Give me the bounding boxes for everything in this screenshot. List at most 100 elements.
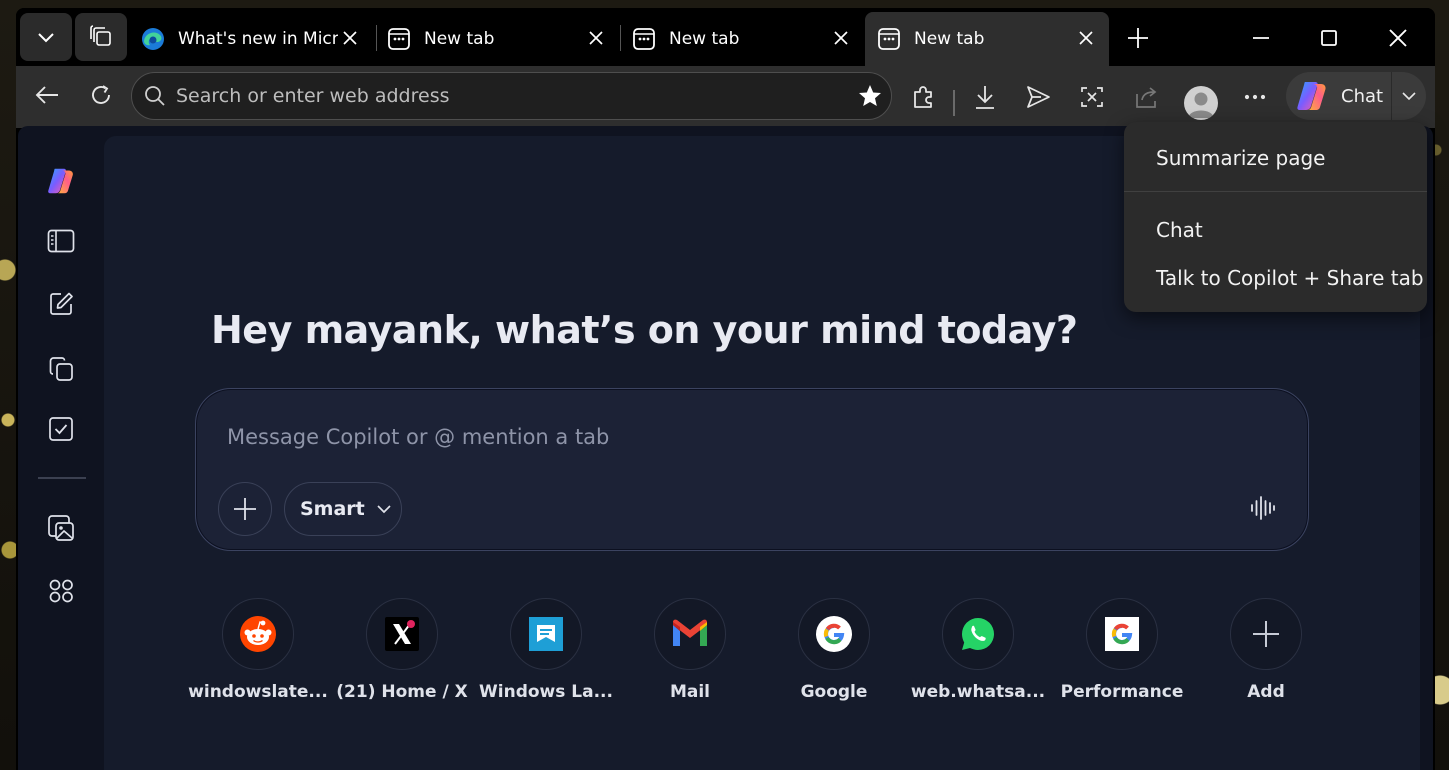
shortcut-tile[interactable]: Google: [762, 598, 906, 702]
checkbox-icon: [49, 417, 73, 441]
chat-dropdown-menu: Summarize page Chat Talk to Copilot + Sh…: [1124, 122, 1427, 312]
copilot-sidebar: [18, 126, 104, 770]
shortcut-label: web.whatsa...: [910, 682, 1046, 702]
copilot-home-button[interactable]: [46, 166, 76, 196]
image-gallery-icon: [48, 515, 74, 541]
shortcut-tile[interactable]: Performance: [1050, 598, 1194, 702]
address-bar[interactable]: [131, 72, 892, 120]
chat-dropdown-toggle[interactable]: [1398, 85, 1420, 107]
copilot-chat-button[interactable]: Chat: [1286, 72, 1426, 120]
new-chat-button[interactable]: [46, 289, 76, 319]
close-icon: [1079, 31, 1093, 45]
message-composer: Smart: [195, 388, 1309, 551]
shortcut-tile[interactable]: Windows La...: [474, 598, 618, 702]
shortcut-label: windowslate...: [188, 682, 328, 702]
shortcut-label: Windows La...: [479, 682, 613, 702]
favorite-star-icon[interactable]: [857, 83, 883, 109]
refresh-button[interactable]: [82, 76, 120, 114]
shortcut-icon: [1230, 598, 1302, 670]
toolbar-divider: [953, 90, 955, 116]
minimize-icon: [1253, 37, 1269, 39]
close-window-button[interactable]: [1380, 20, 1416, 56]
voice-waveform-icon: [1251, 496, 1275, 520]
close-tab-button[interactable]: [830, 27, 852, 49]
close-tab-button[interactable]: [339, 27, 361, 49]
plus-icon: [234, 498, 256, 520]
shortcut-tile[interactable]: web.whatsa...: [906, 598, 1050, 702]
downloads-button[interactable]: [966, 78, 1004, 116]
address-input[interactable]: [176, 85, 816, 107]
minimize-button[interactable]: [1243, 20, 1279, 56]
close-tab-button[interactable]: [1075, 27, 1097, 49]
menu-item-chat[interactable]: Chat: [1156, 218, 1203, 242]
shortcut-icon: [798, 598, 870, 670]
refresh-icon: [92, 85, 110, 104]
extensions-button[interactable]: [904, 78, 942, 116]
arrow-left-icon: [35, 86, 58, 104]
close-icon: [343, 31, 357, 45]
shortcut-tile-add[interactable]: Add: [1194, 598, 1338, 702]
plus-icon: [1253, 621, 1279, 647]
shortcut-tile[interactable]: (21) Home / X: [330, 598, 474, 702]
maximize-icon: [1321, 30, 1337, 46]
shortcut-icon: [942, 598, 1014, 670]
tab-new-tab-1[interactable]: New tab: [375, 12, 619, 66]
person-icon: [1188, 92, 1214, 118]
new-tab-icon: [877, 27, 901, 51]
new-tab-icon: [632, 27, 656, 51]
google-icon: [1105, 617, 1139, 651]
menu-item-summarize-page[interactable]: Summarize page: [1156, 146, 1325, 170]
compose-icon: [50, 292, 73, 315]
new-tab-icon: [387, 27, 411, 51]
add-attachment-button[interactable]: [218, 482, 272, 536]
edge-icon: [141, 27, 165, 51]
mode-label: Smart: [300, 498, 365, 520]
images-button[interactable]: [46, 513, 76, 543]
toggle-sidebar-button[interactable]: [46, 226, 76, 256]
profile-avatar[interactable]: [1184, 86, 1218, 120]
message-input[interactable]: [227, 419, 1227, 455]
voice-button[interactable]: [1248, 493, 1278, 523]
greeting-heading: Hey mayank, what’s on your mind today?: [211, 308, 1078, 352]
close-icon: [1389, 29, 1407, 47]
share-icon: [1136, 87, 1157, 108]
shortcut-label: Performance: [1060, 682, 1184, 702]
shortcut-label: Add: [1247, 682, 1285, 702]
apps-grid-icon: [49, 579, 73, 603]
puzzle-icon: [914, 86, 932, 108]
pages-button[interactable]: [46, 354, 76, 384]
shortcut-label: Mail: [669, 682, 711, 702]
reddit-icon: [240, 616, 276, 652]
chevron-down-icon: [1402, 92, 1416, 101]
back-button[interactable]: [28, 76, 66, 114]
x-icon: [385, 617, 419, 651]
shortcut-tile[interactable]: windowslate...: [186, 598, 330, 702]
shortcut-tile[interactable]: Mail: [618, 598, 762, 702]
google-icon: [816, 616, 852, 652]
workspaces-button[interactable]: [75, 13, 127, 61]
shortcut-label: (21) Home / X: [336, 682, 468, 702]
chevron-down-icon: [38, 33, 54, 43]
tab-actions-button[interactable]: [20, 13, 72, 61]
share-button[interactable]: [1128, 78, 1166, 116]
menu-item-talk-to-copilot[interactable]: Talk to Copilot + Share tab: [1156, 266, 1424, 290]
copilot-icon: [1297, 82, 1326, 110]
new-tab-button[interactable]: [1120, 20, 1156, 56]
maximize-button[interactable]: [1311, 20, 1347, 56]
apps-button[interactable]: [46, 576, 76, 606]
send-button[interactable]: [1019, 78, 1057, 116]
close-tab-button[interactable]: [585, 27, 607, 49]
tab-whats-new[interactable]: What's new in Microsoft Edge: [129, 12, 373, 66]
plus-icon: [1128, 28, 1148, 48]
chat-button-label: Chat: [1341, 85, 1384, 107]
tab-new-tab-2[interactable]: New tab: [620, 12, 864, 66]
close-icon: [834, 31, 848, 45]
shortcut-icon: [510, 598, 582, 670]
shortcut-icon: [366, 598, 438, 670]
tab-new-tab-active[interactable]: New tab: [865, 12, 1109, 66]
close-icon: [589, 31, 603, 45]
screenshot-button[interactable]: [1073, 78, 1111, 116]
more-options-button[interactable]: [1236, 78, 1274, 116]
mode-selector[interactable]: Smart: [284, 482, 402, 536]
tasks-button[interactable]: [46, 414, 76, 444]
